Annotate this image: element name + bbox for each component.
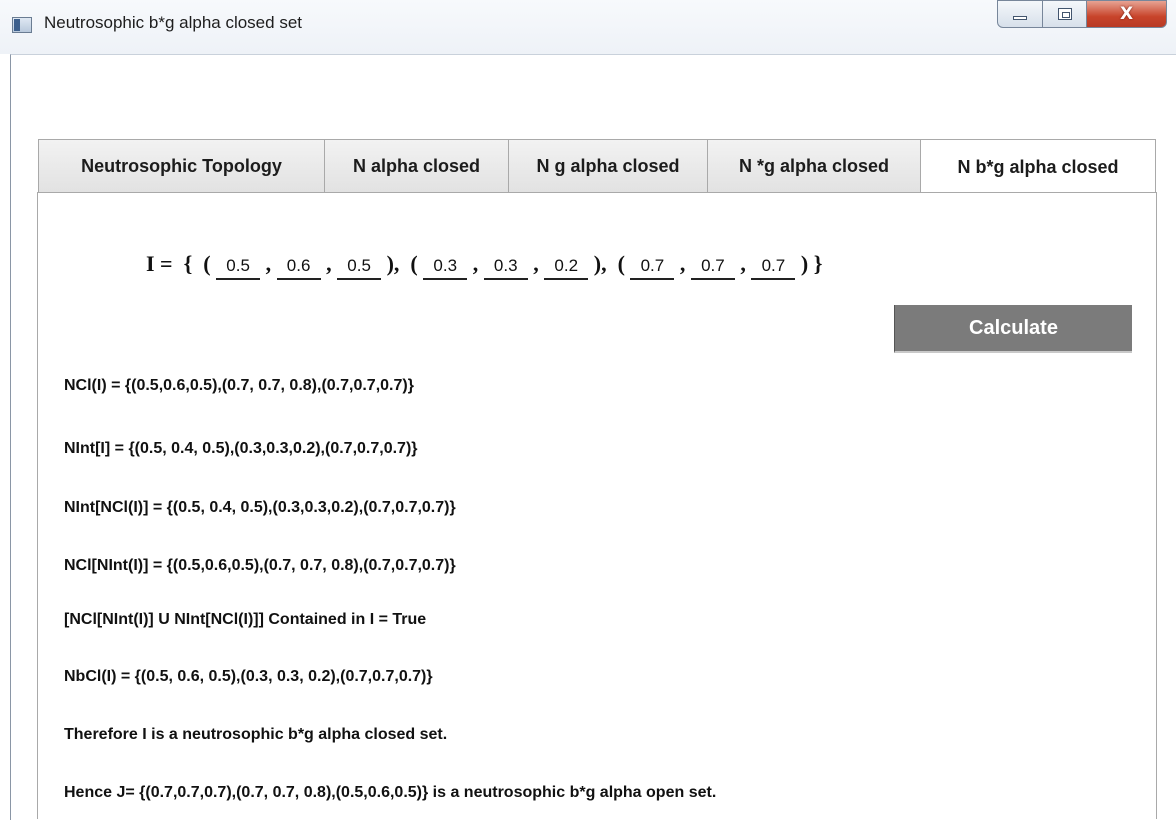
value-field-2-1[interactable]: 0.3 <box>423 256 468 280</box>
result-nint-ncl: NInt[NCl(I)] = {(0.5, 0.4, 0.5),(0.3,0.3… <box>64 499 456 516</box>
minimize-button[interactable] <box>997 0 1043 28</box>
tab-n-star-g-alpha-closed[interactable]: N *g alpha closed <box>707 139 920 193</box>
tab-n-g-alpha-closed[interactable]: N g alpha closed <box>508 139 707 193</box>
close-icon: X <box>1119 4 1134 24</box>
result-ncl: NCl(I) = {(0.5,0.6,0.5),(0.7, 0.7, 0.8),… <box>64 377 414 394</box>
separator: , <box>734 251 752 276</box>
triple-separator: , ( <box>393 251 418 276</box>
close-paren: ) <box>381 251 394 276</box>
tab-strip: Neutrosophic Topology N alpha closed N g… <box>38 139 1156 195</box>
separator: , <box>467 251 484 276</box>
separator: , <box>320 251 338 276</box>
set-prefix: I = { ( <box>146 251 211 276</box>
result-ncl-nint: NCl[NInt(I)] = {(0.5,0.6,0.5),(0.7, 0.7,… <box>64 557 456 574</box>
triple-separator: , ( <box>601 251 625 276</box>
value-field-3-2[interactable]: 0.7 <box>690 256 735 280</box>
window-title: Neutrosophic b*g alpha closed set <box>44 13 302 32</box>
set-input-row: I = { ( 0.5 , 0.6 , 0.5 ) , ( 0.3 , 0.3 … <box>146 251 822 291</box>
value-field-3-1[interactable]: 0.7 <box>630 256 675 280</box>
value-field-2-2[interactable]: 0.3 <box>483 256 528 280</box>
close-paren: ) <box>795 251 809 276</box>
minimize-icon <box>1013 16 1027 20</box>
close-paren: ) <box>588 251 602 276</box>
title-bar[interactable]: Neutrosophic b*g alpha closed set X <box>0 0 1176 54</box>
value-field-2-3[interactable]: 0.2 <box>544 256 589 280</box>
app-icon[interactable] <box>12 17 32 33</box>
result-containment: [NCl[NInt(I)] U NInt[NCl(I)]] Contained … <box>64 611 427 628</box>
set-suffix: } <box>808 251 823 276</box>
tab-n-alpha-closed[interactable]: N alpha closed <box>324 139 508 193</box>
result-conclusion: Therefore I is a neutrosophic b*g alpha … <box>64 726 448 743</box>
value-field-3-3[interactable]: 0.7 <box>751 256 796 280</box>
maximize-button[interactable] <box>1043 0 1087 28</box>
tab-neutrosophic-topology[interactable]: Neutrosophic Topology <box>38 139 324 193</box>
close-button[interactable]: X <box>1087 0 1167 28</box>
value-field-1-1[interactable]: 0.5 <box>216 256 261 280</box>
result-nbcl: NbCl(I) = {(0.5, 0.6, 0.5),(0.3, 0.3, 0.… <box>64 668 433 685</box>
separator: , <box>527 251 545 276</box>
value-field-1-2[interactable]: 0.6 <box>276 256 321 280</box>
maximize-icon <box>1057 8 1072 20</box>
separator: , <box>674 251 691 276</box>
result-nint: NInt[I] = {(0.5, 0.4, 0.5),(0.3,0.3,0.2)… <box>64 440 418 457</box>
window-controls: X <box>997 0 1167 30</box>
calculate-button[interactable]: Calculate <box>894 305 1132 353</box>
separator: , <box>260 251 277 276</box>
result-open-set: Hence J= {(0.7,0.7,0.7),(0.7, 0.7, 0.8),… <box>64 784 717 801</box>
tab-n-bstar-g-alpha-closed[interactable]: N b*g alpha closed <box>920 139 1156 195</box>
value-field-1-3[interactable]: 0.5 <box>337 256 382 280</box>
